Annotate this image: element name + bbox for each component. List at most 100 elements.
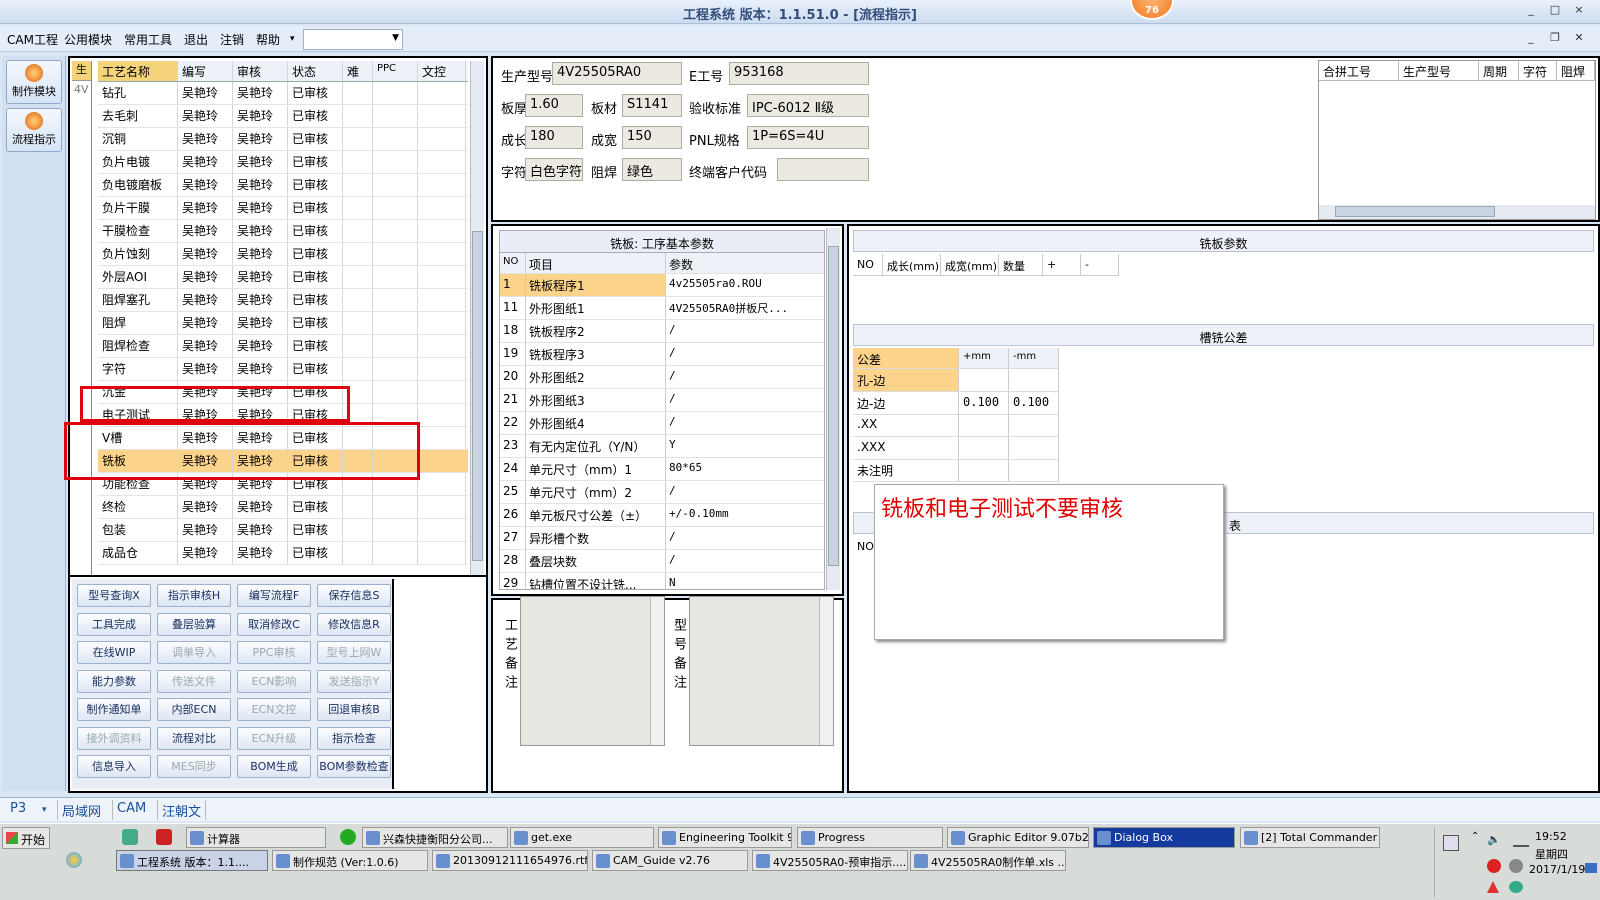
tolerance-cell[interactable] <box>1009 459 1059 482</box>
tolerance-cell[interactable]: 0.100 <box>959 391 1009 415</box>
mill-add-button[interactable]: + <box>1043 254 1081 276</box>
action-button[interactable]: 指示审核H <box>157 584 231 607</box>
action-button[interactable]: 接外调资料 <box>77 726 151 750</box>
process-row[interactable]: 去毛刺 吴艳玲 吴艳玲 已审核 <box>98 105 468 128</box>
char-field[interactable]: 白色字符 <box>525 158 583 181</box>
start-button[interactable]: 开始 <box>2 827 50 849</box>
network-icon[interactable] <box>1513 835 1529 847</box>
process-row[interactable]: 包装 吴艳玲 吴艳玲 已审核 <box>98 519 468 542</box>
action-button[interactable]: PPC审核 <box>237 641 311 664</box>
col-merge-period[interactable]: 周期 <box>1479 61 1519 81</box>
tolerance-cell[interactable]: .XXX <box>853 436 959 460</box>
process-row[interactable]: 负片蚀刻 吴艳玲 吴艳玲 已审核 <box>98 243 468 266</box>
action-button[interactable]: 编写流程F <box>237 584 311 607</box>
mill-col-no[interactable]: NO <box>853 254 883 276</box>
action-button[interactable]: BOM参数检查 <box>317 755 391 778</box>
col-item[interactable]: 项目 <box>526 253 666 273</box>
params-row[interactable]: 26 单元板尺寸公差（±） +/-0.10mm <box>500 504 824 527</box>
pdf-icon[interactable] <box>156 829 172 845</box>
menu-help[interactable]: 帮助 <box>256 31 280 48</box>
tolerance-cell[interactable] <box>959 414 1009 437</box>
taskbar-button[interactable]: Dialog Box <box>1093 827 1235 848</box>
params-row[interactable]: 25 单元尺寸（mm）2/ <box>500 481 824 504</box>
menu-common-modules[interactable]: 公用模块 <box>64 31 112 48</box>
process-row[interactable]: 钻孔 吴艳玲 吴艳玲 已审核 <box>98 82 468 105</box>
col-merge-no[interactable]: 合拼工号 <box>1319 61 1399 81</box>
process-row[interactable]: 负电镀磨板 吴艳玲 吴艳玲 已审核 <box>98 174 468 197</box>
col-merge-mask[interactable]: 阻焊 <box>1557 61 1595 81</box>
process-row[interactable]: 阻焊检查 吴艳玲 吴艳玲 已审核 <box>98 335 468 358</box>
taskbar-button[interactable]: 计算器 <box>186 827 326 848</box>
tray-expand-icon[interactable]: ⌃ <box>1471 831 1479 842</box>
col-no[interactable]: NO <box>500 253 526 273</box>
menu-dropdown-icon[interactable]: ▾ <box>290 34 295 44</box>
customer-field[interactable] <box>777 158 869 181</box>
model-remark-box[interactable] <box>689 596 834 746</box>
mask-field[interactable]: 绿色 <box>622 158 682 181</box>
merge-hscrollbar[interactable] <box>1319 205 1595 219</box>
tab-lan[interactable]: 局域网 <box>57 800 105 820</box>
taskbar-button[interactable]: CAM_Guide v2.76 <box>592 850 748 871</box>
clock-weekday[interactable]: 星期四 <box>1535 846 1568 862</box>
tolerance-cell[interactable] <box>1009 369 1059 392</box>
params-row[interactable]: 23 有无内定位孔（Y/N） Y <box>500 435 824 458</box>
pnl-field[interactable]: 1P=6S=4U <box>747 126 869 149</box>
length-field[interactable]: 180 <box>525 126 583 149</box>
col-merge-model[interactable]: 生产型号 <box>1399 61 1479 81</box>
p3-chevron-icon[interactable]: ▾ <box>38 804 51 824</box>
taskbar-button[interactable]: 4V25505RA0制作单.xls ... <box>910 850 1066 871</box>
tolerance-cell[interactable] <box>959 369 1009 392</box>
process-scrollbar[interactable] <box>470 61 484 579</box>
col-reviewer[interactable]: 审核 <box>233 61 288 81</box>
action-button[interactable]: 工具完成 <box>77 612 151 636</box>
material-field[interactable]: S1141 <box>622 94 682 117</box>
col-ppc[interactable]: PPC <box>373 61 418 81</box>
process-row[interactable]: 成品仓 吴艳玲 吴艳玲 已审核 <box>98 542 468 565</box>
mill-remove-button[interactable]: - <box>1081 254 1119 276</box>
params-row[interactable]: 22 外形图纸4/ <box>500 412 824 435</box>
scroll-thumb[interactable] <box>472 231 483 561</box>
tolerance-cell[interactable]: 未注明 <box>853 459 959 482</box>
tolerance-cell[interactable]: 边-边 <box>853 391 959 415</box>
process-row[interactable]: 负片电镀 吴艳玲 吴艳玲 已审核 <box>98 151 468 174</box>
quicklaunch-icon-1[interactable] <box>122 829 138 845</box>
tolerance-cell[interactable]: 孔-边 <box>853 369 959 392</box>
params-row[interactable]: 27 异形槽个数 / <box>500 527 824 550</box>
process-row[interactable]: 终检 吴艳玲 吴艳玲 已审核 <box>98 496 468 519</box>
action-button[interactable]: 传送文件 <box>157 669 231 693</box>
action-button[interactable]: 能力参数 <box>77 669 151 693</box>
action-button[interactable]: 叠层验算 <box>157 612 231 636</box>
action-button[interactable]: 指示检查 <box>317 726 391 750</box>
taskbar-button[interactable]: Graphic Editor 9.07b2 ... <box>947 827 1089 848</box>
show-desktop-icon[interactable] <box>1585 863 1597 873</box>
process-row[interactable]: 沉铜 吴艳玲 吴艳玲 已审核 <box>98 128 468 151</box>
tolerance-cell[interactable] <box>1009 436 1059 460</box>
make-module-button[interactable]: 制作模块 <box>6 60 62 104</box>
flow-instruction-button[interactable]: 流程指示 <box>6 108 62 152</box>
colorful-icon[interactable] <box>66 852 82 868</box>
mill-col-qty[interactable]: 数量 <box>999 254 1043 276</box>
model-strip-cell[interactable]: 4V <box>72 81 91 98</box>
speaker-icon[interactable]: 🔈 <box>1487 833 1501 846</box>
col-merge-char[interactable]: 字符 <box>1519 61 1557 81</box>
params-scroll-thumb[interactable] <box>828 246 839 566</box>
tolerance-cell[interactable] <box>1009 414 1059 437</box>
action-button[interactable]: 在线WIP <box>77 641 151 664</box>
close-button[interactable]: × <box>1570 3 1588 19</box>
tolerance-cell[interactable]: 0.100 <box>1009 391 1059 415</box>
action-button[interactable]: 流程对比 <box>157 726 231 750</box>
e-no-field[interactable]: 953168 <box>729 62 869 85</box>
tolerance-cell[interactable]: .XX <box>853 414 959 437</box>
process-row[interactable]: 阻焊 吴艳玲 吴艳玲 已审核 <box>98 312 468 335</box>
params-row[interactable]: 20 外形图纸2/ <box>500 366 824 389</box>
standard-field[interactable]: IPC-6012 Ⅱ级 <box>747 94 869 117</box>
menu-logout[interactable]: 注销 <box>220 31 244 48</box>
maximize-button[interactable]: □ <box>1546 3 1564 19</box>
p3-combo[interactable]: P3 <box>6 800 30 820</box>
col-status[interactable]: 状态 <box>288 61 343 81</box>
params-scrollbar[interactable] <box>826 228 840 590</box>
action-button[interactable]: 制作通知单 <box>77 698 151 721</box>
params-row[interactable]: 24 单元尺寸（mm）1 80*65 <box>500 458 824 481</box>
menu-cam[interactable]: CAM工程 <box>7 31 58 48</box>
action-button[interactable]: 发送指示Y <box>317 669 391 693</box>
